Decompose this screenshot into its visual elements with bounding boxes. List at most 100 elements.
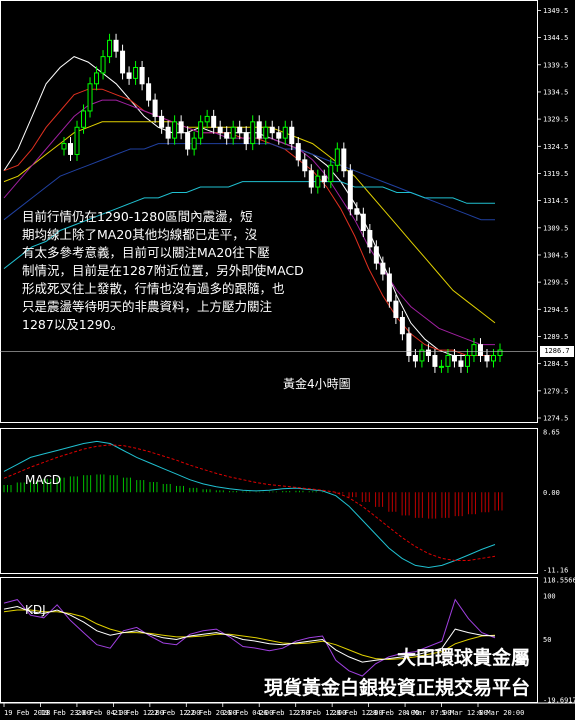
candle-body — [146, 83, 152, 101]
candle-body — [289, 126, 295, 145]
candle-body — [204, 115, 210, 123]
price-tick-label: 1349.5 — [543, 7, 568, 15]
candle-body — [464, 355, 470, 367]
price-tick-label: 1294.5 — [543, 306, 568, 314]
annotation-line: 目前行情仍在1290-1280區間內震盪，短 — [22, 209, 253, 224]
candle-body — [113, 39, 119, 52]
chart-subtitle: 黃金4小時圖 — [283, 377, 351, 391]
candle-body — [165, 126, 171, 139]
annotation-line: 只是震盪等待明天的非農資料，上方壓力關注 — [22, 299, 273, 314]
price-tick-label: 1284.5 — [543, 360, 568, 368]
candle-body — [432, 355, 438, 367]
candle-body — [61, 143, 67, 150]
candle-body — [367, 230, 373, 248]
price-tick-label: 1334.5 — [543, 88, 568, 96]
candle-body — [152, 99, 158, 117]
candle-body — [68, 143, 74, 155]
price-tick-label: 1319.5 — [543, 170, 568, 178]
kdj-tick-label: 50 — [543, 636, 551, 644]
candle-body — [393, 300, 399, 318]
analysis-annotation: 目前行情仍在1290-1280區間內震盪，短 期均線上除了MA20其他均線都已走… — [22, 208, 352, 334]
candle-body — [263, 126, 269, 139]
candle-body — [178, 121, 184, 134]
candle-body — [295, 143, 301, 161]
candle-body — [399, 316, 405, 335]
candle-body — [237, 126, 243, 134]
candle-body — [412, 355, 418, 362]
candle-body — [198, 121, 204, 139]
kdj-label: KDJ — [25, 603, 46, 617]
price-tick-label: 1344.5 — [543, 34, 568, 42]
candle-body — [477, 344, 483, 357]
candle-body — [126, 72, 132, 79]
candle-body — [159, 115, 165, 128]
chart-canvas: 1349.5 1344.5 1339.5 1334.5 1329.5 1324.5 1319… — [0, 0, 575, 720]
candle-body — [100, 56, 106, 74]
candle-body — [484, 355, 490, 362]
price-tick-label: 1289.5 — [543, 333, 568, 341]
candle-body — [425, 349, 431, 357]
price-tick-label: 1329.5 — [543, 116, 568, 124]
candle-body — [230, 126, 236, 139]
candle-body — [191, 137, 197, 150]
price-tick-label: 1324.5 — [543, 143, 568, 151]
candle-body — [120, 50, 126, 74]
candle-body — [133, 66, 139, 79]
candle-body — [269, 126, 275, 134]
price-tick-label: 1304.5 — [543, 251, 568, 259]
annotation-line: 有太多參考意義，目前可以關注MA20往下壓 — [22, 245, 270, 260]
candle-body — [347, 170, 353, 210]
price-tick-label: 1339.5 — [543, 61, 568, 69]
candle-body — [276, 132, 282, 139]
brand-name: 大田環球貴金屬 — [396, 647, 530, 669]
annotation-line: 1287以及1290。 — [22, 317, 124, 332]
macd-tick-label: 8.65 — [543, 429, 560, 437]
time-tick-label: 6 Mar 20:00 — [478, 709, 524, 717]
candle-body — [94, 72, 100, 85]
candle-body — [87, 83, 93, 112]
price-tick-label: 1274.5 — [543, 415, 568, 423]
brand-slogan: 現貨黃金白銀投資正規交易平台 — [263, 677, 530, 699]
candle-body — [308, 170, 314, 188]
price-tick-label: 1299.5 — [543, 279, 568, 287]
candle-body — [243, 132, 249, 145]
macd-tick-label: 0.00 — [543, 489, 560, 497]
candle-body — [445, 355, 451, 367]
kdj-tick-label: 118.5566 — [543, 577, 575, 585]
price-tick-label: 1309.5 — [543, 224, 568, 232]
candle-body — [282, 126, 288, 139]
price-tick-label: 1314.5 — [543, 197, 568, 205]
price-tick-label: 1279.5 — [543, 387, 568, 395]
candle-body — [406, 333, 412, 357]
candle-body — [321, 175, 327, 183]
candle-body — [74, 126, 80, 155]
candle-body — [107, 39, 113, 58]
candle-body — [224, 132, 230, 139]
candle-body — [334, 148, 340, 166]
candle-body — [380, 262, 386, 275]
candle-body — [217, 126, 223, 134]
candle-body — [373, 246, 379, 264]
macd-label: MACD — [25, 473, 61, 487]
candle-body — [360, 213, 366, 232]
annotation-line: 期均線上除了MA20其他均線都已走平，沒 — [22, 227, 258, 242]
candle-body — [471, 344, 477, 357]
candle-body — [328, 164, 334, 183]
candle-body — [354, 208, 360, 215]
kdj-tick-label: 100 — [543, 593, 556, 601]
candle-body — [438, 365, 444, 368]
candle-body — [139, 66, 145, 85]
current-price-tag: 1286.7 — [540, 346, 574, 358]
candle-body — [302, 159, 308, 172]
candle-body — [211, 115, 217, 128]
macd-tick-label: -11.16 — [543, 567, 568, 575]
candle-body — [451, 355, 457, 362]
candle-body — [185, 132, 191, 150]
candle-body — [256, 121, 262, 139]
candle-body — [341, 148, 347, 172]
candle-body — [250, 121, 256, 145]
candle-body — [81, 110, 87, 128]
candle-body — [315, 175, 321, 188]
annotation-line: 制情況，目前是在1287附近位置，另外即使MACD — [22, 263, 304, 278]
candle-body — [490, 355, 496, 362]
